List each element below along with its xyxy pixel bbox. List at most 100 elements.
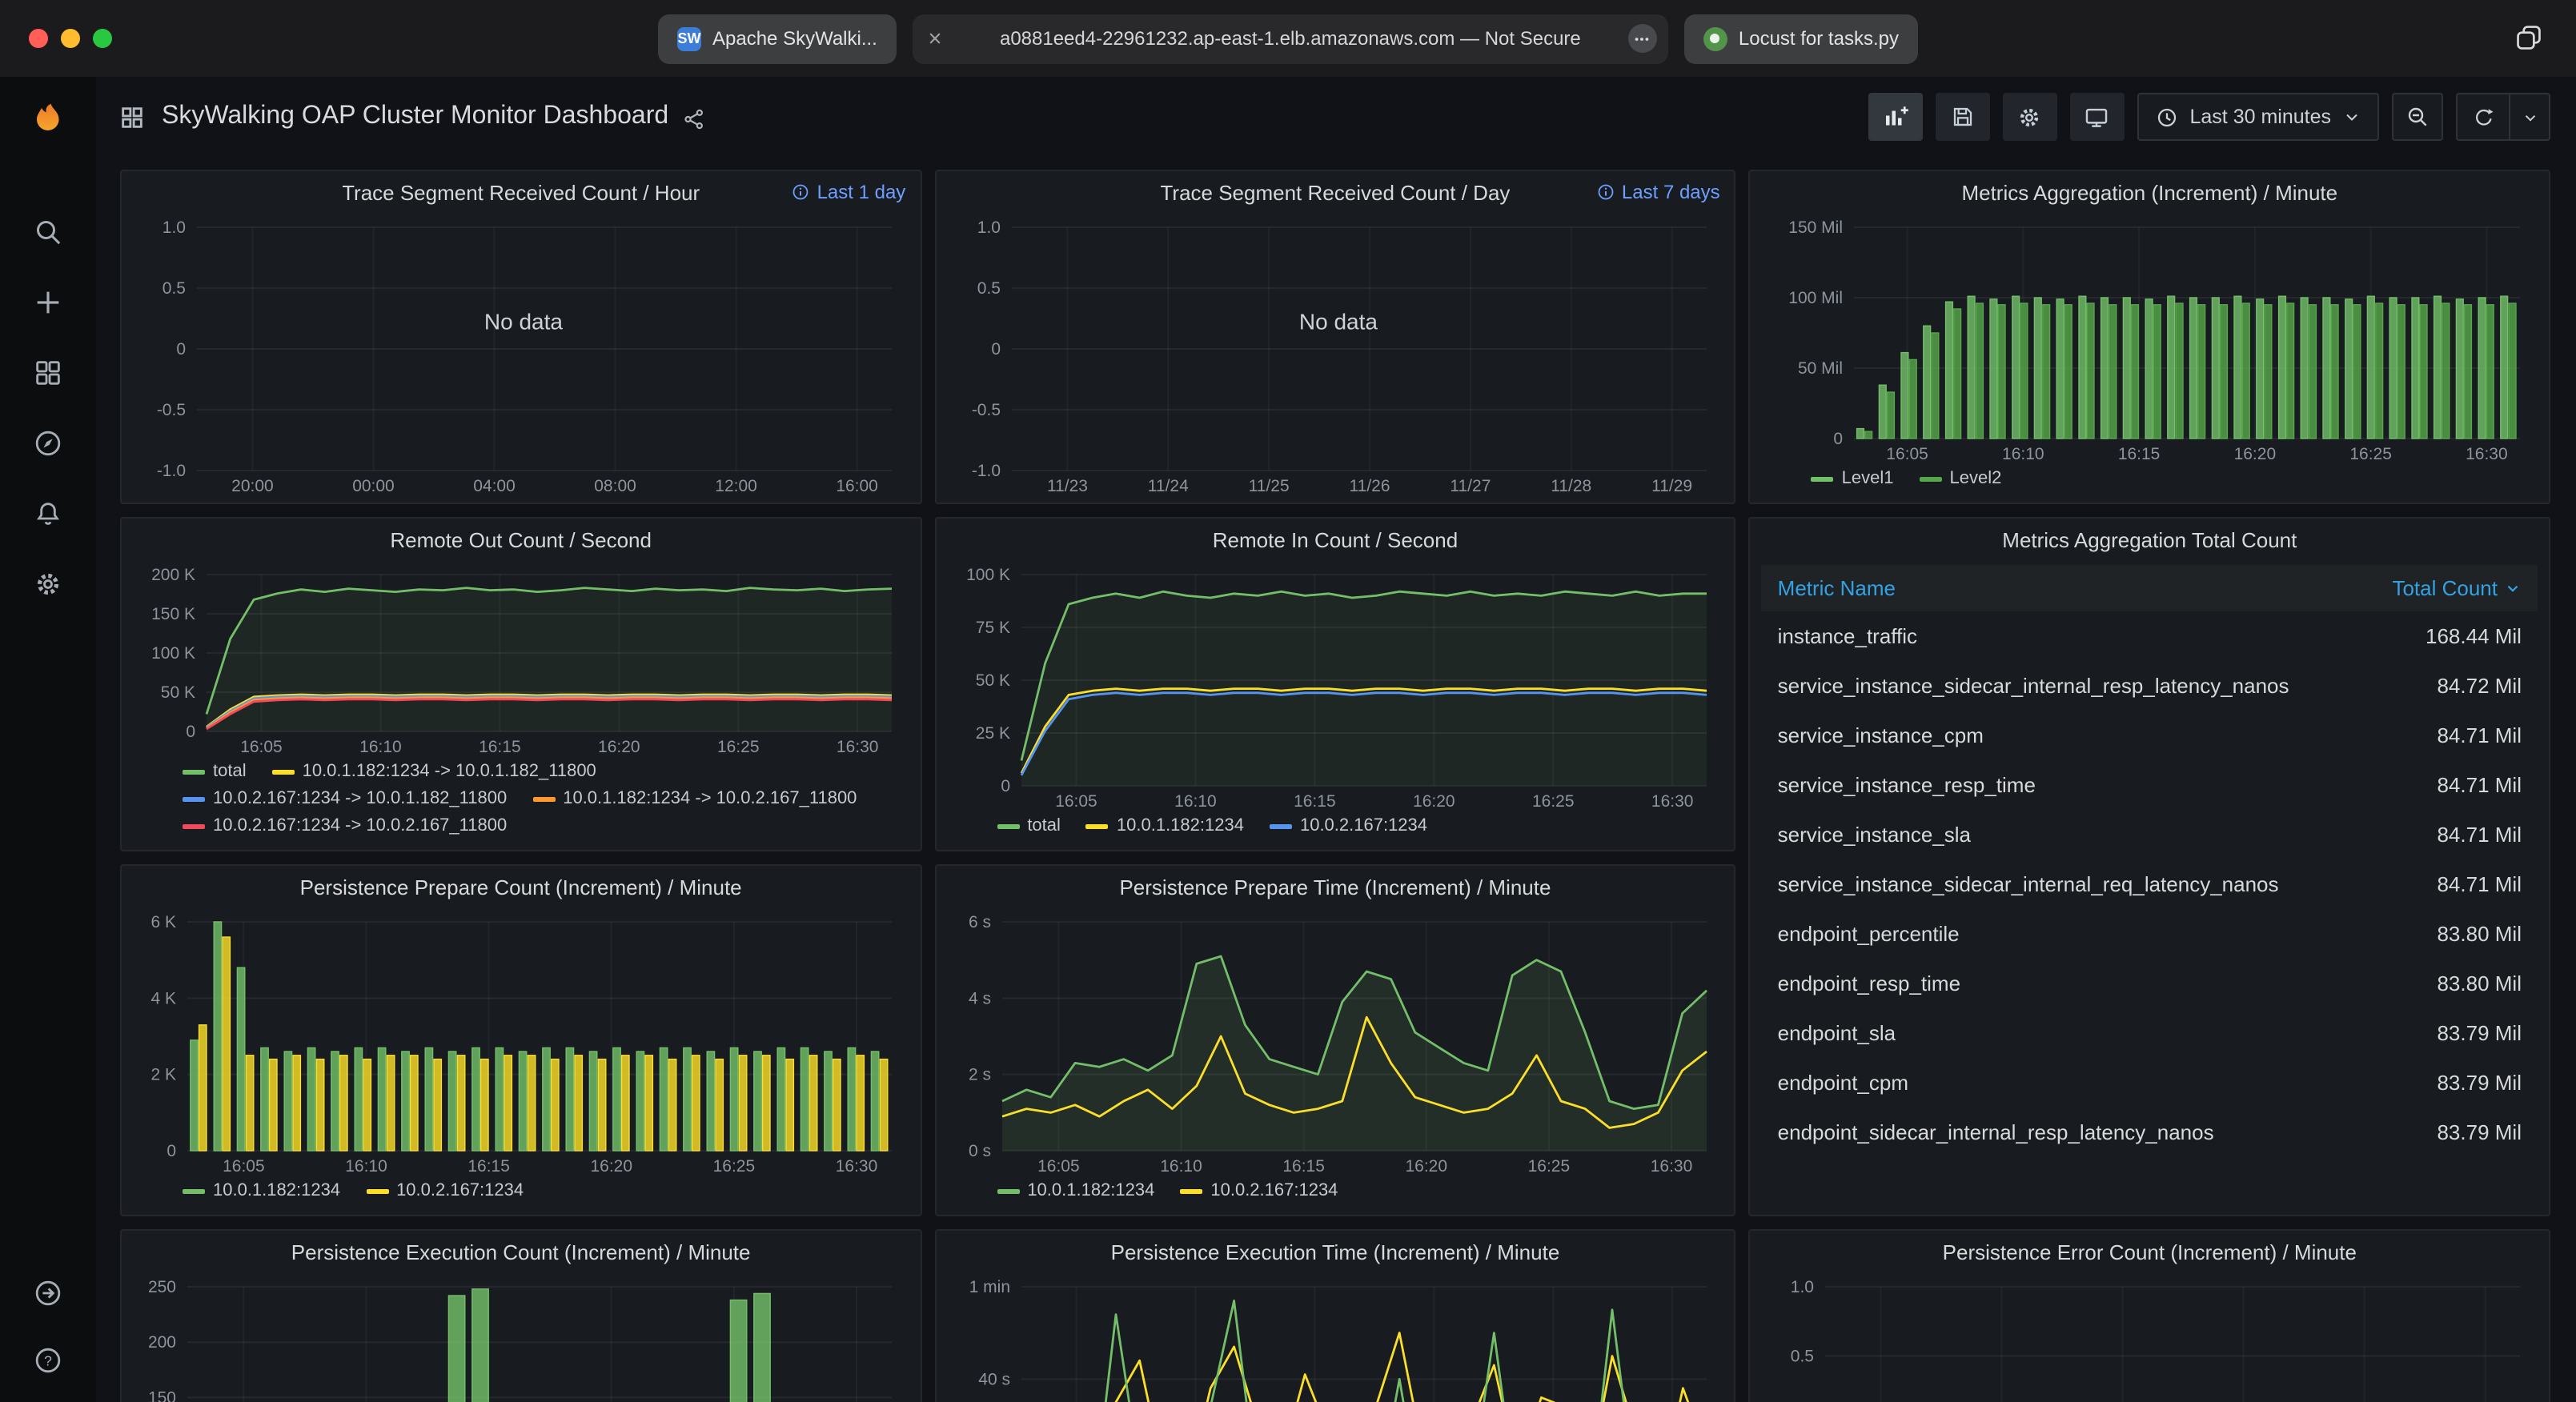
- table-header-row: Metric Name Total Count: [1762, 565, 2538, 611]
- grafana-logo-icon[interactable]: [26, 99, 70, 144]
- panel-title[interactable]: Metrics Aggregation Total Count: [2002, 528, 2297, 552]
- chevron-down-icon: [2342, 107, 2361, 126]
- save-dashboard-button[interactable]: [1936, 93, 1990, 141]
- refresh-icon[interactable]: [2458, 94, 2509, 139]
- column-header-metric-name[interactable]: Metric Name: [1778, 576, 1896, 600]
- cycle-view-tv-button[interactable]: [2070, 93, 2125, 141]
- panel-title[interactable]: Trace Segment Received Count / Hour: [342, 181, 700, 205]
- table-row: service_instance_sidecar_internal_resp_l…: [1762, 661, 2538, 711]
- add-panel-button[interactable]: [1868, 93, 1923, 141]
- panel-title[interactable]: Trace Segment Received Count / Day: [1161, 181, 1511, 205]
- svg-text:12:00: 12:00: [715, 477, 757, 495]
- legend-item[interactable]: 10.0.2.167:1234 -> 10.0.1.182_11800: [183, 787, 507, 811]
- time-range-picker[interactable]: Last 30 minutes: [2137, 93, 2380, 141]
- legend-item[interactable]: 10.0.1.182:1234 -> 10.0.2.167_11800: [532, 787, 857, 811]
- dashboards-icon[interactable]: [31, 355, 65, 389]
- tab-active-elb[interactable]: a0881eed4-22961232.ap-east-1.elb.amazona…: [913, 14, 1668, 63]
- panel-title[interactable]: Remote In Count / Second: [1213, 528, 1458, 552]
- persistence-execution-count-chart[interactable]: 25020015010050016:0516:1016:1516:2016:25…: [134, 1274, 907, 1402]
- trace-hour-chart[interactable]: 1.00.50-0.5-1.020:0000:0004:0008:0012:00…: [134, 214, 907, 498]
- clock-icon: [2155, 105, 2179, 129]
- remote-out-chart[interactable]: 200 K150 K100 K50 K016:0516:1016:1516:20…: [134, 562, 907, 759]
- legend-item[interactable]: 10.0.1.182:1234 -> 10.0.1.182_11800: [272, 760, 596, 784]
- remote-in-chart[interactable]: 100 K75 K50 K25 K016:0516:1016:1516:2016…: [949, 562, 1721, 813]
- tab-locust[interactable]: Locust for tasks.py: [1684, 14, 1918, 63]
- svg-text:2 s: 2 s: [968, 1066, 990, 1084]
- panel-title[interactable]: Persistence Prepare Time (Increment) / M…: [1119, 875, 1551, 899]
- svg-text:16:30: 16:30: [837, 738, 879, 756]
- svg-text:16:05: 16:05: [1055, 792, 1097, 811]
- svg-text:16:05: 16:05: [1887, 445, 1929, 463]
- close-window-button[interactable]: [29, 29, 48, 48]
- refresh-interval-chevron-icon[interactable]: [2509, 94, 2549, 139]
- legend-item[interactable]: 10.0.2.167:1234 -> 10.0.2.167_11800: [183, 815, 507, 839]
- panel-title[interactable]: Remote Out Count / Second: [390, 528, 652, 552]
- metric-name-cell: endpoint_percentile: [1778, 922, 1960, 946]
- panel-title[interactable]: Persistence Execution Count (Increment) …: [291, 1240, 751, 1264]
- zoom-window-button[interactable]: [93, 29, 112, 48]
- trace-day-chart[interactable]: 1.00.50-0.5-1.011/2311/2411/2511/2611/27…: [949, 214, 1721, 498]
- panel-remote-out: Remote Out Count / Second 200 K150 K100 …: [120, 517, 921, 851]
- svg-text:16:00: 16:00: [836, 477, 878, 495]
- persistence-execution-time-chart[interactable]: 1 min40 s20 s0 s16:0516:1016:1516:2016:2…: [949, 1274, 1721, 1402]
- svg-text:?: ?: [44, 1352, 52, 1368]
- dashboard-title[interactable]: SkyWalking OAP Cluster Monitor Dashboard: [162, 102, 668, 131]
- svg-text:16:20: 16:20: [1405, 1157, 1447, 1176]
- share-icon[interactable]: [681, 106, 705, 130]
- dashboard-settings-button[interactable]: [2003, 93, 2057, 141]
- tab-label: a0881eed4-22961232.ap-east-1.elb.amazona…: [1000, 27, 1581, 50]
- svg-text:100 Mil: 100 Mil: [1789, 289, 1844, 307]
- close-tab-icon[interactable]: [927, 30, 943, 46]
- time-range-label: Last 30 minutes: [2190, 106, 2332, 128]
- legend-item[interactable]: 10.0.1.182:1234: [1086, 815, 1244, 839]
- legend-item[interactable]: Level1: [1812, 467, 1894, 491]
- legend-item[interactable]: 10.0.2.167:1234: [1270, 815, 1427, 839]
- help-icon[interactable]: ?: [31, 1343, 65, 1376]
- zoom-out-button[interactable]: [2392, 93, 2443, 141]
- svg-text:16:10: 16:10: [1174, 792, 1216, 811]
- svg-text:250: 250: [148, 1278, 176, 1296]
- legend-item[interactable]: total: [997, 815, 1061, 839]
- svg-text:16:10: 16:10: [1160, 1157, 1202, 1176]
- tab-overview-icon[interactable]: [2514, 22, 2544, 53]
- column-header-total-count[interactable]: Total Count: [2392, 576, 2522, 600]
- panel-title[interactable]: Persistence Execution Time (Increment) /…: [1111, 1240, 1560, 1264]
- total-count-cell: 84.71 Mil: [2437, 773, 2522, 797]
- panel-time-link[interactable]: Last 7 days: [1596, 181, 1720, 203]
- metrics-aggregation-chart[interactable]: 150 Mil100 Mil50 Mil016:0516:1016:1516:2…: [1763, 214, 2536, 466]
- search-icon[interactable]: [31, 214, 65, 248]
- svg-text:11/28: 11/28: [1551, 477, 1591, 495]
- svg-text:50 Mil: 50 Mil: [1799, 359, 1844, 378]
- svg-text:-0.5: -0.5: [157, 401, 186, 419]
- svg-text:11/23: 11/23: [1046, 477, 1087, 495]
- panel-trace-segment-hour: Trace Segment Received Count / Hour Last…: [120, 170, 921, 504]
- persistence-error-count-chart[interactable]: 1.00.50-0.5-1.016:0516:1016:1516:2016:25…: [1763, 1274, 2536, 1402]
- alerting-bell-icon[interactable]: [31, 496, 65, 530]
- svg-text:16:25: 16:25: [1527, 1157, 1570, 1176]
- apps-grid-icon[interactable]: [118, 103, 146, 130]
- panel-title[interactable]: Persistence Error Count (Increment) / Mi…: [1943, 1240, 2357, 1264]
- svg-text:0.5: 0.5: [1791, 1348, 1814, 1366]
- legend-item[interactable]: 10.0.1.182:1234: [997, 1180, 1154, 1204]
- legend-item[interactable]: 10.0.1.182:1234: [183, 1180, 340, 1204]
- panel-time-link[interactable]: Last 1 day: [792, 181, 906, 203]
- persistence-prepare-count-chart[interactable]: 6 K4 K2 K016:0516:1016:1516:2016:2516:30: [134, 909, 907, 1178]
- create-plus-icon[interactable]: [31, 285, 65, 318]
- tab-more-button[interactable]: [1628, 24, 1657, 53]
- configuration-gear-icon[interactable]: [31, 567, 65, 600]
- legend-item[interactable]: 10.0.2.167:1234: [366, 1180, 524, 1204]
- legend-item[interactable]: Level2: [1920, 467, 2002, 491]
- legend-item[interactable]: total: [183, 760, 247, 784]
- persistence-prepare-time-chart[interactable]: 6 s4 s2 s0 s16:0516:1016:1516:2016:2516:…: [949, 909, 1721, 1178]
- minimize-window-button[interactable]: [61, 29, 80, 48]
- svg-text:40 s: 40 s: [978, 1370, 1010, 1388]
- explore-compass-icon[interactable]: [31, 426, 65, 459]
- sign-in-icon[interactable]: [31, 1276, 65, 1309]
- table-row: instance_traffic168.44 Mil: [1762, 611, 2538, 661]
- legend-item[interactable]: 10.0.2.167:1234: [1180, 1180, 1338, 1204]
- table-row: service_instance_cpm84.71 Mil: [1762, 711, 2538, 760]
- panel-title[interactable]: Metrics Aggregation (Increment) / Minute: [1961, 181, 2337, 205]
- tab-skywalking[interactable]: SW Apache SkyWalki...: [658, 14, 897, 63]
- total-count-cell: 84.71 Mil: [2437, 823, 2522, 847]
- panel-title[interactable]: Persistence Prepare Count (Increment) / …: [300, 875, 742, 899]
